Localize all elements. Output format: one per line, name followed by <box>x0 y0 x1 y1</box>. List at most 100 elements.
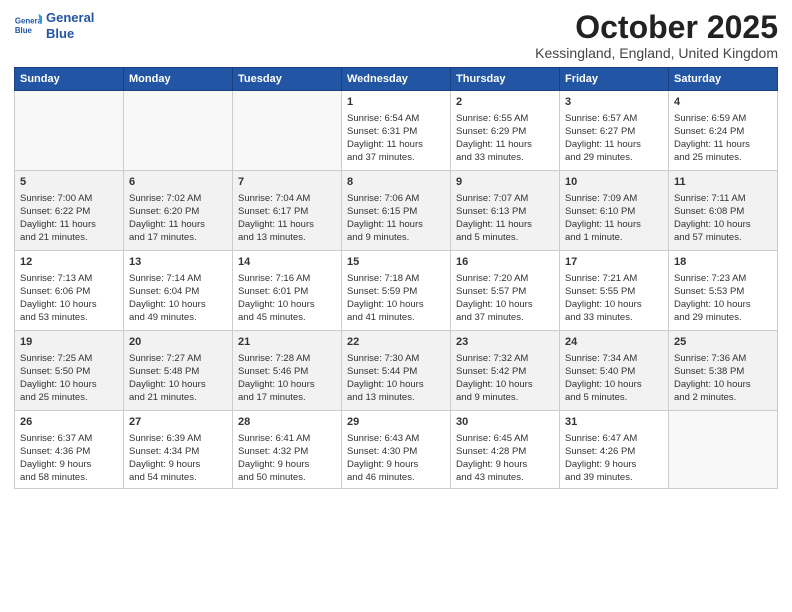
day-number: 14 <box>238 255 336 270</box>
calendar-day-cell <box>669 411 778 489</box>
calendar-day-cell: 18 Sunrise: 7:23 AMSunset: 5:53 PMDayligh… <box>669 251 778 331</box>
day-number: 3 <box>565 95 663 110</box>
day-info: Sunrise: 6:57 AMSunset: 6:27 PMDaylight:… <box>565 112 663 164</box>
day-number: 7 <box>238 175 336 190</box>
day-number: 19 <box>20 335 118 350</box>
calendar-day-cell: 22 Sunrise: 7:30 AMSunset: 5:44 PMDayligh… <box>342 331 451 411</box>
day-number: 25 <box>674 335 772 350</box>
calendar-day-cell: 27Sunrise: 6:39 AMSunset: 4:34 PMDayligh… <box>124 411 233 489</box>
day-info: Sunrise: 7:30 AMSunset: 5:44 PMDaylight:… <box>347 352 445 404</box>
logo-text: General Blue <box>46 10 94 41</box>
calendar-day-cell <box>233 91 342 171</box>
day-number: 16 <box>456 255 554 270</box>
day-number: 11 <box>674 175 772 190</box>
calendar: SundayMondayTuesdayWednesdayThursdayFrid… <box>14 67 778 489</box>
calendar-day-cell: 21 Sunrise: 7:28 AMSunset: 5:46 PMDayligh… <box>233 331 342 411</box>
day-info: Sunrise: 7:27 AMSunset: 5:48 PMDaylight:… <box>129 352 227 404</box>
svg-text:General: General <box>15 16 42 25</box>
day-number: 8 <box>347 175 445 190</box>
day-number: 21 <box>238 335 336 350</box>
day-number: 1 <box>347 95 445 110</box>
day-info: Sunrise: 7:13 AMSunset: 6:06 PMDaylight:… <box>20 272 118 324</box>
calendar-day-cell: 1 Sunrise: 6:54 AMSunset: 6:31 PMDaylight… <box>342 91 451 171</box>
calendar-week-row: 12Sunrise: 7:13 AMSunset: 6:06 PMDayligh… <box>15 251 778 331</box>
day-info: Sunrise: 6:54 AMSunset: 6:31 PMDaylight:… <box>347 112 445 164</box>
day-number: 30 <box>456 415 554 430</box>
day-info: Sunrise: 7:11 AMSunset: 6:08 PMDaylight:… <box>674 192 772 244</box>
calendar-day-cell: 19Sunrise: 7:25 AMSunset: 5:50 PMDayligh… <box>15 331 124 411</box>
weekday-header-cell: Monday <box>124 68 233 91</box>
day-number: 26 <box>20 415 118 430</box>
calendar-day-cell <box>124 91 233 171</box>
svg-text:Blue: Blue <box>15 26 33 35</box>
day-number: 5 <box>20 175 118 190</box>
calendar-day-cell: 23 Sunrise: 7:32 AMSunset: 5:42 PMDayligh… <box>451 331 560 411</box>
header: General Blue General Blue October 2025 K… <box>14 10 778 61</box>
calendar-day-cell: 25 Sunrise: 7:36 AMSunset: 5:38 PMDayligh… <box>669 331 778 411</box>
day-info: Sunrise: 7:28 AMSunset: 5:46 PMDaylight:… <box>238 352 336 404</box>
day-number: 27 <box>129 415 227 430</box>
day-info: Sunrise: 6:43 AMSunset: 4:30 PMDaylight:… <box>347 432 445 484</box>
day-info: Sunrise: 7:32 AMSunset: 5:42 PMDaylight:… <box>456 352 554 404</box>
day-info: Sunrise: 7:00 AMSunset: 6:22 PMDaylight:… <box>20 192 118 244</box>
day-info: Sunrise: 7:02 AMSunset: 6:20 PMDaylight:… <box>129 192 227 244</box>
calendar-day-cell <box>15 91 124 171</box>
calendar-day-cell: 5 Sunrise: 7:00 AMSunset: 6:22 PMDaylight… <box>15 171 124 251</box>
day-info: Sunrise: 6:37 AMSunset: 4:36 PMDaylight:… <box>20 432 118 484</box>
calendar-week-row: 26 Sunrise: 6:37 AMSunset: 4:36 PMDayligh… <box>15 411 778 489</box>
day-info: Sunrise: 6:59 AMSunset: 6:24 PMDaylight:… <box>674 112 772 164</box>
calendar-day-cell: 30 Sunrise: 6:45 AMSunset: 4:28 PMDayligh… <box>451 411 560 489</box>
calendar-day-cell: 6Sunrise: 7:02 AMSunset: 6:20 PMDaylight… <box>124 171 233 251</box>
day-number: 31 <box>565 415 663 430</box>
day-number: 4 <box>674 95 772 110</box>
weekday-header-cell: Thursday <box>451 68 560 91</box>
location: Kessingland, England, United Kingdom <box>535 45 778 61</box>
day-info: Sunrise: 7:09 AMSunset: 6:10 PMDaylight:… <box>565 192 663 244</box>
day-info: Sunrise: 7:20 AMSunset: 5:57 PMDaylight:… <box>456 272 554 324</box>
weekday-header: SundayMondayTuesdayWednesdayThursdayFrid… <box>15 68 778 91</box>
day-number: 22 <box>347 335 445 350</box>
day-number: 18 <box>674 255 772 270</box>
calendar-day-cell: 3 Sunrise: 6:57 AMSunset: 6:27 PMDaylight… <box>560 91 669 171</box>
day-info: Sunrise: 7:06 AMSunset: 6:15 PMDaylight:… <box>347 192 445 244</box>
calendar-week-row: 19Sunrise: 7:25 AMSunset: 5:50 PMDayligh… <box>15 331 778 411</box>
calendar-body: 1 Sunrise: 6:54 AMSunset: 6:31 PMDaylight… <box>15 91 778 489</box>
day-number: 23 <box>456 335 554 350</box>
day-number: 13 <box>129 255 227 270</box>
calendar-day-cell: 20 Sunrise: 7:27 AMSunset: 5:48 PMDayligh… <box>124 331 233 411</box>
day-info: Sunrise: 7:07 AMSunset: 6:13 PMDaylight:… <box>456 192 554 244</box>
day-info: Sunrise: 7:04 AMSunset: 6:17 PMDaylight:… <box>238 192 336 244</box>
calendar-day-cell: 26 Sunrise: 6:37 AMSunset: 4:36 PMDayligh… <box>15 411 124 489</box>
day-number: 29 <box>347 415 445 430</box>
day-info: Sunrise: 7:21 AMSunset: 5:55 PMDaylight:… <box>565 272 663 324</box>
logo-line1: General <box>46 10 94 25</box>
calendar-day-cell: 11 Sunrise: 7:11 AMSunset: 6:08 PMDayligh… <box>669 171 778 251</box>
day-info: Sunrise: 7:18 AMSunset: 5:59 PMDaylight:… <box>347 272 445 324</box>
weekday-header-cell: Tuesday <box>233 68 342 91</box>
calendar-day-cell: 8 Sunrise: 7:06 AMSunset: 6:15 PMDaylight… <box>342 171 451 251</box>
calendar-day-cell: 29 Sunrise: 6:43 AMSunset: 4:30 PMDayligh… <box>342 411 451 489</box>
day-number: 28 <box>238 415 336 430</box>
month-title: October 2025 <box>535 10 778 45</box>
calendar-day-cell: 24Sunrise: 7:34 AMSunset: 5:40 PMDayligh… <box>560 331 669 411</box>
day-number: 17 <box>565 255 663 270</box>
weekday-header-cell: Saturday <box>669 68 778 91</box>
calendar-day-cell: 2Sunrise: 6:55 AMSunset: 6:29 PMDaylight… <box>451 91 560 171</box>
calendar-day-cell: 10 Sunrise: 7:09 AMSunset: 6:10 PMDayligh… <box>560 171 669 251</box>
day-info: Sunrise: 7:16 AMSunset: 6:01 PMDaylight:… <box>238 272 336 324</box>
day-number: 10 <box>565 175 663 190</box>
calendar-day-cell: 31Sunrise: 6:47 AMSunset: 4:26 PMDayligh… <box>560 411 669 489</box>
day-info: Sunrise: 7:23 AMSunset: 5:53 PMDaylight:… <box>674 272 772 324</box>
calendar-day-cell: 13 Sunrise: 7:14 AMSunset: 6:04 PMDayligh… <box>124 251 233 331</box>
weekday-header-cell: Sunday <box>15 68 124 91</box>
day-info: Sunrise: 7:14 AMSunset: 6:04 PMDaylight:… <box>129 272 227 324</box>
calendar-day-cell: 14 Sunrise: 7:16 AMSunset: 6:01 PMDayligh… <box>233 251 342 331</box>
calendar-week-row: 1 Sunrise: 6:54 AMSunset: 6:31 PMDaylight… <box>15 91 778 171</box>
logo: General Blue General Blue <box>14 10 94 41</box>
day-number: 9 <box>456 175 554 190</box>
day-number: 20 <box>129 335 227 350</box>
page: General Blue General Blue October 2025 K… <box>0 0 792 612</box>
calendar-week-row: 5 Sunrise: 7:00 AMSunset: 6:22 PMDaylight… <box>15 171 778 251</box>
day-info: Sunrise: 6:45 AMSunset: 4:28 PMDaylight:… <box>456 432 554 484</box>
day-info: Sunrise: 7:36 AMSunset: 5:38 PMDaylight:… <box>674 352 772 404</box>
